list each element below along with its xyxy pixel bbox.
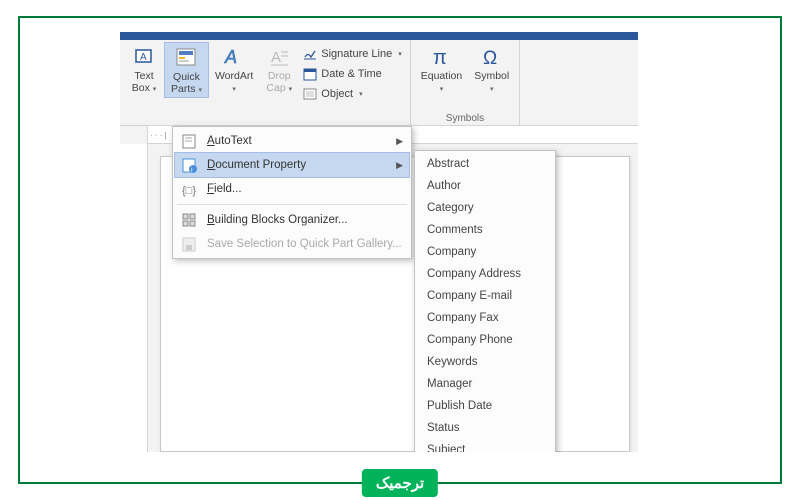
quick-parts-menu: AutoText ▶ i Document Property ▶ {□} Fie… [172, 126, 412, 259]
menu-item-save-selection: Save Selection to Quick Part Gallery... [175, 232, 409, 256]
date-time-icon [303, 67, 317, 81]
dropdown-arrow-icon: ▾ [490, 86, 494, 93]
equation-label: Equation [421, 70, 462, 82]
quick-parts-button[interactable]: QuickParts ▾ [164, 42, 209, 98]
title-bar [120, 32, 638, 40]
text-small-buttons: Signature Line ▾ Date & Time Object ▾ [299, 42, 405, 104]
docprop-item[interactable]: Keywords [417, 351, 553, 373]
quick-parts-icon [174, 45, 198, 69]
dropdown-arrow-icon: ▾ [153, 86, 157, 93]
document-property-submenu: AbstractAuthorCategoryCommentsCompanyCom… [414, 150, 556, 452]
docprop-item[interactable]: Category [417, 197, 553, 219]
text-box-button[interactable]: A TextBox ▾ [124, 42, 164, 96]
field-icon: {□} [181, 181, 197, 197]
wordart-icon: A [222, 44, 246, 68]
word-window: A TextBox ▾ QuickParts ▾ A WordArt ▾ [120, 32, 638, 452]
symbol-button[interactable]: Ω Symbol ▾ [468, 42, 515, 96]
vertical-ruler [120, 144, 148, 452]
menu-separator [177, 204, 407, 205]
svg-text:Ω: Ω [483, 48, 497, 68]
ribbon: A TextBox ▾ QuickParts ▾ A WordArt ▾ [120, 40, 638, 126]
symbol-label: Symbol [474, 70, 509, 82]
ribbon-group-symbols: π Equation ▾ Ω Symbol ▾ Symbols [411, 40, 520, 126]
docprop-item[interactable]: Status [417, 417, 553, 439]
signature-line-button[interactable]: Signature Line ▾ [299, 44, 405, 64]
docprop-item[interactable]: Abstract [417, 153, 553, 175]
svg-text:{□}: {□} [182, 185, 196, 197]
object-button[interactable]: Object ▾ [299, 84, 405, 104]
docprop-item[interactable]: Company Fax [417, 307, 553, 329]
svg-text:π: π [433, 47, 447, 68]
dropdown-arrow-icon: ▾ [359, 90, 363, 98]
dropdown-arrow-icon: ▾ [289, 86, 293, 93]
drop-cap-label2: Cap [266, 82, 285, 94]
symbols-group-label: Symbols [411, 113, 519, 124]
equation-icon: π [429, 44, 453, 68]
ribbon-group-text: A TextBox ▾ QuickParts ▾ A WordArt ▾ [120, 40, 411, 126]
text-box-label2: Box [132, 82, 150, 94]
wordart-label: WordArt [215, 70, 253, 82]
menu-field-rest: ield... [214, 183, 242, 195]
drop-cap-button[interactable]: A DropCap ▾ [259, 42, 299, 96]
docprop-item[interactable]: Company [417, 241, 553, 263]
svg-text:A: A [140, 52, 147, 63]
dropdown-arrow-icon: ▾ [232, 86, 236, 93]
submenu-arrow-icon: ▶ [396, 160, 403, 171]
dropdown-arrow-icon: ▾ [440, 86, 444, 93]
docprop-item[interactable]: Company E-mail [417, 285, 553, 307]
ruler-corner [120, 126, 148, 144]
document-property-icon: i [181, 157, 197, 173]
signature-line-label: Signature Line [321, 48, 392, 60]
svg-text:A: A [271, 49, 281, 66]
autotext-icon [181, 133, 197, 149]
object-icon [303, 87, 317, 101]
object-label: Object [321, 88, 353, 100]
text-box-icon: A [132, 44, 156, 68]
symbol-icon: Ω [480, 44, 504, 68]
save-selection-icon [181, 236, 197, 252]
menu-bb-rest: uilding Blocks Organizer... [215, 214, 348, 226]
menu-item-autotext[interactable]: AutoText ▶ [175, 129, 409, 153]
svg-text:A: A [224, 47, 237, 67]
quick-parts-label2: Parts [171, 83, 196, 95]
drop-cap-label1: Drop [268, 70, 291, 82]
docprop-item[interactable]: Manager [417, 373, 553, 395]
submenu-arrow-icon: ▶ [396, 136, 403, 147]
date-time-button[interactable]: Date & Time [299, 64, 405, 84]
docprop-item[interactable]: Subject [417, 439, 553, 452]
menu-item-field[interactable]: {□} Field... [175, 177, 409, 201]
docprop-item[interactable]: Comments [417, 219, 553, 241]
signature-line-icon [303, 47, 317, 61]
menu-docprop-rest: ocument Property [215, 159, 306, 171]
date-time-label: Date & Time [321, 68, 382, 80]
text-box-label1: Text [134, 70, 153, 82]
drop-cap-icon: A [267, 44, 291, 68]
docprop-item[interactable]: Company Address [417, 263, 553, 285]
equation-button[interactable]: π Equation ▾ [415, 42, 468, 96]
building-blocks-icon [181, 212, 197, 228]
wordart-button[interactable]: A WordArt ▾ [209, 42, 259, 96]
docprop-item[interactable]: Author [417, 175, 553, 197]
menu-autotext-rest: utoText [215, 135, 252, 147]
branding-logo: ترجمیک [362, 469, 438, 497]
menu-save-selection-label: Save Selection to Quick Part Gallery... [207, 238, 403, 250]
dropdown-arrow-icon: ▾ [198, 87, 202, 94]
menu-item-document-property[interactable]: i Document Property ▶ [174, 152, 410, 178]
docprop-item[interactable]: Company Phone [417, 329, 553, 351]
quick-parts-label1: Quick [173, 71, 200, 83]
dropdown-arrow-icon: ▾ [398, 50, 402, 58]
docprop-item[interactable]: Publish Date [417, 395, 553, 417]
menu-item-building-blocks[interactable]: Building Blocks Organizer... [175, 208, 409, 232]
